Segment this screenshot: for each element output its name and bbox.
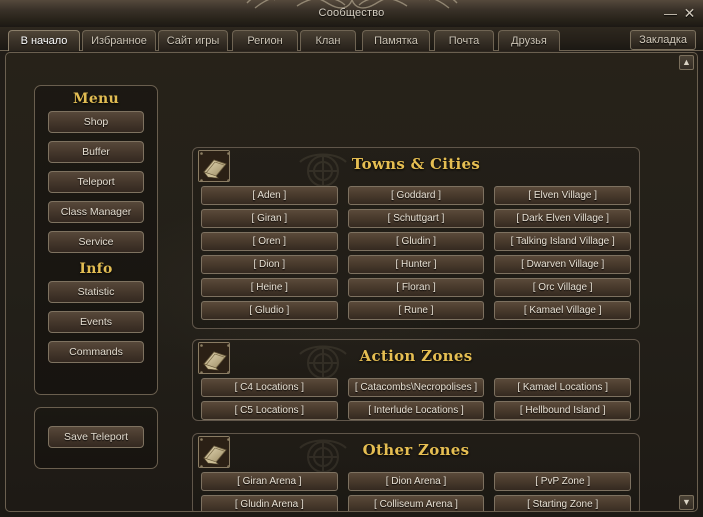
zone-button-catacombsnecropolises[interactable]: [ Catacombs\Necropolises ] [347, 378, 485, 397]
zone-button-row: [ C5 Locations ] [ Interlude Locations ] [… [201, 401, 632, 420]
zone-button-kamael-village[interactable]: [ Kamael Village ] [494, 301, 632, 320]
zone-button-row: [ Gludio ] [ Rune ] [ Kamael Village ] [201, 301, 632, 320]
zone-button-heine[interactable]: [ Heine ] [201, 278, 338, 297]
zone-button-hunter[interactable]: [ Hunter ] [347, 255, 485, 274]
tab-1[interactable]: Избранное [82, 30, 156, 51]
section-panel-action: Action Zones [ C4 Locations ] [ Catacombs\… [192, 339, 640, 421]
zone-button-aden[interactable]: [ Aden ] [201, 186, 338, 205]
scroll-up-arrow-icon[interactable]: ▲ [679, 55, 694, 70]
sidebar-button-commands[interactable]: Commands [48, 341, 144, 363]
tab-7[interactable]: Друзья [498, 30, 560, 51]
zone-button-elven-village[interactable]: [ Elven Village ] [494, 186, 632, 205]
zone-button-dwarven-village[interactable]: [ Dwarven Village ] [494, 255, 632, 274]
tab-bookmark[interactable]: Закладка [630, 30, 696, 50]
zone-button-c5-locations[interactable]: [ C5 Locations ] [201, 401, 338, 420]
zone-button-rune[interactable]: [ Rune ] [347, 301, 485, 320]
window-titlebar: Сообщество — ✕ [0, 0, 703, 27]
zone-button-row: [ Heine ] [ Floran ] [ Orc Village ] [201, 278, 632, 297]
zone-button-giran[interactable]: [ Giran ] [201, 209, 338, 228]
zone-button-colliseum-arena[interactable]: [ Colliseum Arena ] [347, 495, 485, 511]
sidebar-button-statistic[interactable]: Statistic [48, 281, 144, 303]
zone-button-row: [ Oren ] [ Gludin ] [ Talking Island Villa… [201, 232, 632, 251]
zone-button-giran-arena[interactable]: [ Giran Arena ] [201, 472, 338, 491]
section-header: Action Zones [193, 340, 639, 379]
menu-button-list: Shop Buffer Teleport Class Manager Service [35, 111, 157, 253]
zone-button-row: [ Giran Arena ] [ Dion Arena ] [ PvP Zone … [201, 472, 632, 491]
info-button-list: Statistic Events Commands [35, 281, 157, 363]
tab-6[interactable]: Почта [434, 30, 494, 51]
zone-button-dark-elven-village[interactable]: [ Dark Elven Village ] [494, 209, 632, 228]
sidebar-menu-panel: Menu Shop Buffer Teleport Class Manager Serv… [34, 85, 158, 395]
zone-button-hellbound-island[interactable]: [ Hellbound Island ] [494, 401, 632, 420]
tab-5[interactable]: Памятка [362, 30, 430, 51]
content-area: ▲ ▼ Menu Shop Buffer Teleport Class Manager… [5, 52, 698, 512]
section-panel-towns: Towns & Cities [ Aden ] [ Goddard ] [ Elven… [192, 147, 640, 329]
zone-button-floran[interactable]: [ Floran ] [347, 278, 485, 297]
sidebar-button-service[interactable]: Service [48, 231, 144, 253]
zone-button-gludio[interactable]: [ Gludio ] [201, 301, 338, 320]
section-title: Action Zones [359, 347, 473, 365]
zone-button-goddard[interactable]: [ Goddard ] [347, 186, 485, 205]
zone-button-starting-zone[interactable]: [ Starting Zone ] [494, 495, 632, 511]
zone-button-orc-village[interactable]: [ Orc Village ] [494, 278, 632, 297]
community-board-window: Сообщество — ✕ В начало Избранное Сайт игр… [0, 0, 703, 517]
zone-button-grid: [ Giran Arena ] [ Dion Arena ] [ PvP Zone … [201, 472, 632, 511]
close-button[interactable]: ✕ [683, 6, 696, 21]
zone-button-row: [ Dion ] [ Hunter ] [ Dwarven Village ] [201, 255, 632, 274]
section-header: Towns & Cities [193, 148, 639, 187]
sidebar-button-class-manager[interactable]: Class Manager [48, 201, 144, 223]
zone-button-row: [ Giran ] [ Schuttgart ] [ Dark Elven Vill… [201, 209, 632, 228]
sidebar-button-teleport[interactable]: Teleport [48, 171, 144, 193]
section-panel-other: Other Zones [ Giran Arena ] [ Dion Arena ]… [192, 433, 640, 511]
zone-button-row: [ Aden ] [ Goddard ] [ Elven Village ] [201, 186, 632, 205]
tab-bar: В начало Избранное Сайт игры Регион Клан Памя… [0, 27, 703, 51]
window-title: Сообщество [318, 7, 385, 19]
zone-button-grid: [ C4 Locations ] [ Catacombs\Necropolises… [201, 378, 632, 424]
info-heading: Info [79, 261, 113, 277]
sidebar-button-events[interactable]: Events [48, 311, 144, 333]
scroll-down-arrow-icon[interactable]: ▼ [679, 495, 694, 510]
tab-3[interactable]: Регион [232, 30, 298, 51]
save-teleport-button[interactable]: Save Teleport [48, 426, 144, 448]
zone-button-pvp-zone[interactable]: [ PvP Zone ] [494, 472, 632, 491]
zone-button-oren[interactable]: [ Oren ] [201, 232, 338, 251]
sidebar-button-shop[interactable]: Shop [48, 111, 144, 133]
zone-button-row: [ C4 Locations ] [ Catacombs\Necropolises… [201, 378, 632, 397]
tab-2[interactable]: Сайт игры [158, 30, 228, 51]
zone-button-dion[interactable]: [ Dion ] [201, 255, 338, 274]
zone-button-gludin-arena[interactable]: [ Gludin Arena ] [201, 495, 338, 511]
section-header: Other Zones [193, 434, 639, 473]
zone-button-c4-locations[interactable]: [ C4 Locations ] [201, 378, 338, 397]
zone-button-talking-island-village[interactable]: [ Talking Island Village ] [494, 232, 632, 251]
zone-button-kamael-locations[interactable]: [ Kamael Locations ] [494, 378, 632, 397]
menu-heading: Menu [73, 91, 119, 107]
minimize-button[interactable]: — [664, 7, 677, 21]
sidebar-save-panel: Save Teleport [34, 407, 158, 469]
zone-button-interlude-locations[interactable]: [ Interlude Locations ] [347, 401, 485, 420]
tab-4[interactable]: Клан [300, 30, 356, 51]
zone-button-grid: [ Aden ] [ Goddard ] [ Elven Village ] [ Gi… [201, 186, 632, 324]
section-title: Other Zones [362, 441, 470, 459]
vertical-scrollbar[interactable]: ▲ ▼ [679, 55, 695, 510]
zone-button-dion-arena[interactable]: [ Dion Arena ] [347, 472, 485, 491]
zone-button-schuttgart[interactable]: [ Schuttgart ] [347, 209, 485, 228]
sidebar-button-buffer[interactable]: Buffer [48, 141, 144, 163]
zone-button-row: [ Gludin Arena ] [ Colliseum Arena ] [ Sta… [201, 495, 632, 511]
zone-button-gludin[interactable]: [ Gludin ] [347, 232, 485, 251]
section-title: Towns & Cities [351, 155, 481, 173]
tab-0[interactable]: В начало [8, 30, 80, 51]
